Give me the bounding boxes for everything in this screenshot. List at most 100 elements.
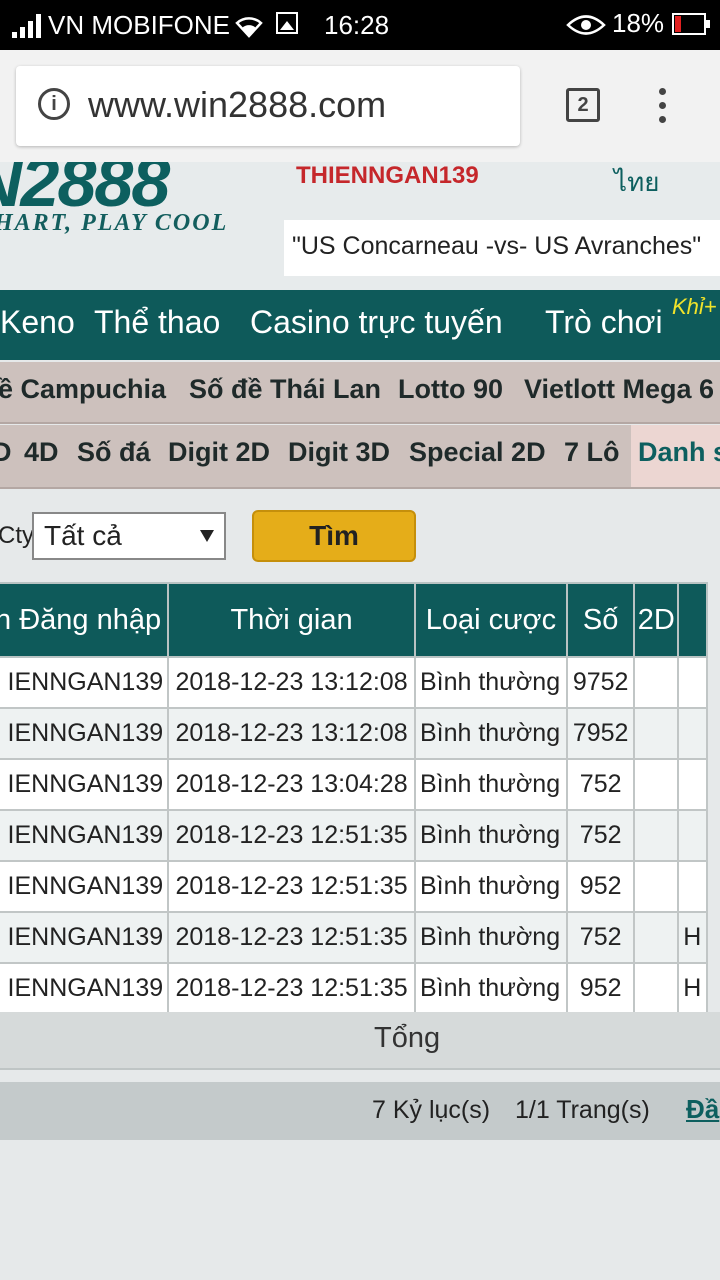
nav-item-casino[interactable]: Casino trực tuyến bbox=[250, 304, 503, 341]
url-text[interactable]: www.win2888.com bbox=[88, 84, 386, 126]
nav-item-keno[interactable]: Keno bbox=[0, 304, 75, 341]
header-time: Thời gian bbox=[167, 582, 416, 658]
cell-username: IENNGAN139 bbox=[0, 758, 170, 811]
language-link[interactable]: ไทย bbox=[614, 162, 659, 203]
cell-username: IENNGAN139 bbox=[0, 809, 170, 862]
cell-bet-type: Bình thường bbox=[413, 911, 568, 964]
header-bet-type: Loại cược bbox=[413, 582, 568, 658]
cell-2d bbox=[633, 860, 680, 913]
tab-switcher-button[interactable]: 2 bbox=[566, 88, 600, 122]
company-select[interactable]: Tất cả bbox=[32, 512, 226, 560]
table-row[interactable]: IENNGAN139 2018-12-23 12:51:35 Bình thường… bbox=[0, 962, 708, 1015]
bet-type-nav: D 4D Số đá Digit 2D Digit 3D Special 2D … bbox=[0, 425, 720, 489]
signal-icon bbox=[12, 14, 44, 38]
select-value: Tất cả bbox=[44, 520, 122, 551]
subnav-item-list[interactable]: Danh s bbox=[638, 437, 720, 468]
table-row[interactable]: IENNGAN139 2018-12-23 13:12:08 Bình thường… bbox=[0, 656, 708, 709]
cell-number: 752 bbox=[565, 758, 636, 811]
header-extra bbox=[677, 582, 708, 658]
cell-number: 752 bbox=[565, 809, 636, 862]
cell-2d bbox=[633, 656, 680, 709]
cell-bet-type: Bình thường bbox=[413, 758, 568, 811]
subnav-item-lotto90[interactable]: Lotto 90 bbox=[398, 374, 503, 405]
cell-extra bbox=[677, 707, 708, 760]
subnav-item-digit-3d[interactable]: Digit 3D bbox=[288, 437, 390, 468]
cell-extra bbox=[677, 809, 708, 862]
main-nav: Keno Thể thao Casino trực tuyến Trò chơi… bbox=[0, 290, 720, 360]
cell-username: IENNGAN139 bbox=[0, 656, 170, 709]
cell-time: 2018-12-23 13:12:08 bbox=[167, 707, 416, 760]
subnav-item-4d[interactable]: 4D bbox=[24, 437, 59, 468]
cell-2d bbox=[633, 911, 680, 964]
subnav-item-3d[interactable]: D bbox=[0, 437, 12, 468]
first-page-link[interactable]: Đầ bbox=[686, 1094, 719, 1125]
total-row: Tổng bbox=[0, 1012, 720, 1070]
subnav-item-thailand[interactable]: Số đề Thái Lan bbox=[189, 374, 381, 405]
cell-extra bbox=[677, 758, 708, 811]
menu-kebab-icon[interactable] bbox=[655, 88, 671, 124]
cell-username: IENNGAN139 bbox=[0, 707, 170, 760]
cell-extra bbox=[677, 860, 708, 913]
cell-2d bbox=[633, 707, 680, 760]
site-header: N2888 HART, PLAY COOL THIENNGAN139 ไทย "… bbox=[0, 162, 720, 290]
status-bar: VN MOBIFONE 16:28 18% bbox=[0, 0, 720, 50]
cell-2d bbox=[633, 962, 680, 1015]
cell-time: 2018-12-23 12:51:35 bbox=[167, 860, 416, 913]
cell-number: 952 bbox=[565, 860, 636, 913]
nav-badge: Khỉ+ bbox=[672, 294, 717, 319]
bet-history-table: n Đăng nhập Thời gian Loại cược Số 2D IE… bbox=[0, 582, 720, 1015]
cell-2d bbox=[633, 758, 680, 811]
cell-extra bbox=[677, 656, 708, 709]
nav-item-sports[interactable]: Thể thao bbox=[94, 304, 220, 341]
cell-time: 2018-12-23 12:51:35 bbox=[167, 962, 416, 1015]
subnav-item-vietlott[interactable]: Vietlott Mega 6 bbox=[524, 374, 714, 405]
header-username: n Đăng nhập bbox=[0, 582, 170, 658]
dropdown-arrow-icon bbox=[200, 530, 214, 542]
table-row[interactable]: IENNGAN139 2018-12-23 13:12:08 Bình thường… bbox=[0, 707, 708, 760]
search-button[interactable]: Tìm bbox=[252, 510, 416, 562]
address-bar[interactable]: i www.win2888.com bbox=[16, 66, 520, 146]
clock: 16:28 bbox=[324, 10, 390, 40]
marquee-text: "US Concarneau -vs- US Avranches" bbox=[292, 232, 702, 260]
eye-icon bbox=[566, 15, 606, 35]
cell-number: 9752 bbox=[565, 656, 636, 709]
pagination-bar: 7 Kỷ lục(s) 1/1 Trang(s) Đầ bbox=[0, 1082, 720, 1140]
cell-extra: H bbox=[677, 962, 708, 1015]
cell-time: 2018-12-23 13:12:08 bbox=[167, 656, 416, 709]
page-count: 1/1 Trang(s) bbox=[515, 1096, 650, 1124]
table-row[interactable]: IENNGAN139 2018-12-23 12:51:35 Bình thường… bbox=[0, 911, 708, 964]
cell-number: 752 bbox=[565, 911, 636, 964]
cell-bet-type: Bình thường bbox=[413, 809, 568, 862]
subnav-item-7lo[interactable]: 7 Lô bbox=[564, 437, 620, 468]
wifi-icon bbox=[235, 17, 263, 38]
cell-time: 2018-12-23 12:51:35 bbox=[167, 809, 416, 862]
browser-toolbar: i www.win2888.com 2 bbox=[0, 50, 720, 162]
cell-number: 952 bbox=[565, 962, 636, 1015]
gallery-icon bbox=[276, 12, 298, 34]
username[interactable]: THIENNGAN139 bbox=[296, 162, 479, 190]
header-2d: 2D bbox=[633, 582, 680, 658]
header-number: Số bbox=[565, 582, 636, 658]
cell-extra: H bbox=[677, 911, 708, 964]
table-row[interactable]: IENNGAN139 2018-12-23 12:51:35 Bình thường… bbox=[0, 860, 708, 913]
subnav-item-special-2d[interactable]: Special 2D bbox=[409, 437, 546, 468]
subnav-item-digit-2d[interactable]: Digit 2D bbox=[168, 437, 270, 468]
table-row[interactable]: IENNGAN139 2018-12-23 13:04:28 Bình thường… bbox=[0, 758, 708, 811]
nav-item-games[interactable]: Trò chơi bbox=[545, 304, 663, 341]
battery-icon bbox=[672, 13, 710, 35]
cell-username: IENNGAN139 bbox=[0, 962, 170, 1015]
cell-bet-type: Bình thường bbox=[413, 707, 568, 760]
cell-bet-type: Bình thường bbox=[413, 860, 568, 913]
cell-number: 7952 bbox=[565, 707, 636, 760]
subnav-item-cambodia[interactable]: ề Campuchia bbox=[0, 374, 166, 405]
info-icon[interactable]: i bbox=[38, 88, 70, 120]
cell-time: 2018-12-23 12:51:35 bbox=[167, 911, 416, 964]
cell-username: IENNGAN139 bbox=[0, 911, 170, 964]
cell-username: IENNGAN139 bbox=[0, 860, 170, 913]
company-filter-label: Cty bbox=[0, 522, 34, 549]
table-row[interactable]: IENNGAN139 2018-12-23 12:51:35 Bình thường… bbox=[0, 809, 708, 862]
cell-bet-type: Bình thường bbox=[413, 656, 568, 709]
subnav-item-so-da[interactable]: Số đá bbox=[77, 437, 151, 468]
cell-bet-type: Bình thường bbox=[413, 962, 568, 1015]
total-label: Tổng bbox=[374, 1022, 441, 1054]
